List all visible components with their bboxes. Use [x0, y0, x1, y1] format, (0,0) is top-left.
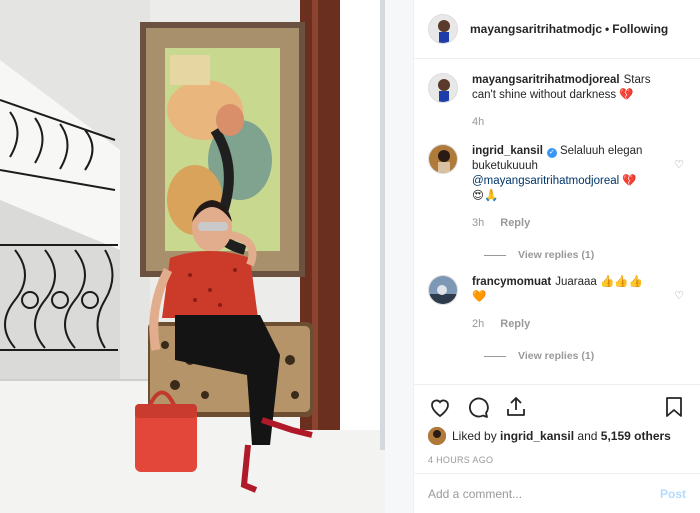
- comment-time[interactable]: 3h: [472, 216, 484, 231]
- comment-item: ingrid_kansil ✓ Selaluuh elegan buketukuuu…: [428, 130, 686, 231]
- post-actions: Liked by ingrid_kansil and 5,159 others …: [414, 384, 700, 465]
- instagram-post: mayangsaritrihatmodjc • Following mayang…: [0, 0, 700, 513]
- reply-button[interactable]: Reply: [500, 216, 530, 231]
- likes-and: and: [577, 429, 598, 443]
- comment-text: Juaraaa: [555, 276, 597, 288]
- like-comment-heart-icon[interactable]: ♡: [674, 289, 684, 302]
- like-comment-heart-icon[interactable]: ♡: [674, 158, 684, 171]
- replies-line-divider: [484, 254, 506, 256]
- liker-avatar[interactable]: [428, 427, 446, 445]
- comment-time[interactable]: 2h: [472, 317, 484, 332]
- broken-heart-emoji: 💔: [622, 175, 637, 187]
- view-replies-button[interactable]: View replies (1): [484, 350, 686, 362]
- caption-body: mayangsaritrihatmodjoreal Stars can't shi…: [472, 73, 686, 130]
- likes-prefix: Liked by: [452, 429, 497, 443]
- caption-username[interactable]: mayangsaritrihatmodjoreal: [472, 74, 620, 86]
- action-icons-row: [428, 393, 686, 421]
- heart-icon[interactable]: [428, 395, 452, 419]
- comment-icon[interactable]: [466, 395, 490, 419]
- view-replies-label: View replies (1): [518, 249, 595, 261]
- view-replies-button[interactable]: View replies (1): [484, 249, 686, 261]
- bookmark-icon[interactable]: [662, 395, 686, 419]
- caption-meta: 4h: [472, 115, 668, 130]
- likes-count[interactable]: 5,159 others: [601, 429, 671, 443]
- comment-username[interactable]: ingrid_kansil: [472, 145, 543, 157]
- post-header: mayangsaritrihatmodjc • Following: [414, 0, 700, 59]
- caption-time[interactable]: 4h: [472, 115, 484, 130]
- commenter-avatar[interactable]: [428, 144, 458, 174]
- comments-list[interactable]: mayangsaritrihatmodjoreal Stars can't shi…: [414, 59, 700, 384]
- commenter-avatar[interactable]: [428, 275, 458, 305]
- verified-badge-icon: ✓: [546, 148, 557, 158]
- author-username[interactable]: mayangsaritrihatmodjc: [470, 22, 602, 36]
- photo-illustration: [0, 0, 413, 513]
- caption-comment: mayangsaritrihatmodjoreal Stars can't shi…: [428, 59, 686, 130]
- post-photo[interactable]: [0, 0, 413, 513]
- post-side-panel: mayangsaritrihatmodjc • Following mayang…: [413, 0, 700, 513]
- comment-item: francymomuat Juaraaa 👍👍👍 🧡 2h Reply ♡: [428, 261, 686, 332]
- comment-meta: 3h Reply: [472, 216, 668, 231]
- add-comment-input[interactable]: [428, 486, 660, 501]
- author-avatar[interactable]: [428, 14, 458, 44]
- caption-author-avatar[interactable]: [428, 73, 458, 103]
- post-comment-button[interactable]: Post: [660, 487, 686, 501]
- add-comment-bar: Post: [414, 473, 700, 513]
- header-separator: •: [605, 22, 610, 36]
- comment-emoji: 😍🙏: [472, 190, 499, 202]
- comment-meta: 2h Reply: [472, 317, 668, 332]
- orange-heart-emoji: 🧡: [472, 291, 487, 303]
- reply-button[interactable]: Reply: [500, 317, 530, 332]
- following-button[interactable]: Following: [612, 22, 668, 36]
- share-icon[interactable]: [504, 395, 528, 419]
- broken-heart-emoji: 💔: [619, 89, 634, 101]
- comment-mention[interactable]: @mayangsaritrihatmodjoreal: [472, 175, 619, 187]
- post-timestamp[interactable]: 4 HOURS AGO: [428, 455, 686, 465]
- view-replies-label: View replies (1): [518, 350, 595, 362]
- replies-line-divider: [484, 355, 506, 357]
- thumbs-up-emoji: 👍👍👍: [600, 276, 643, 288]
- comment-body: francymomuat Juaraaa 👍👍👍 🧡 2h Reply: [472, 275, 686, 332]
- comment-body: ingrid_kansil ✓ Selaluuh elegan buketukuuu…: [472, 144, 686, 231]
- comment-username[interactable]: francymomuat: [472, 276, 551, 288]
- likes-user[interactable]: ingrid_kansil: [500, 429, 574, 443]
- likes-summary: Liked by ingrid_kansil and 5,159 others: [428, 427, 686, 445]
